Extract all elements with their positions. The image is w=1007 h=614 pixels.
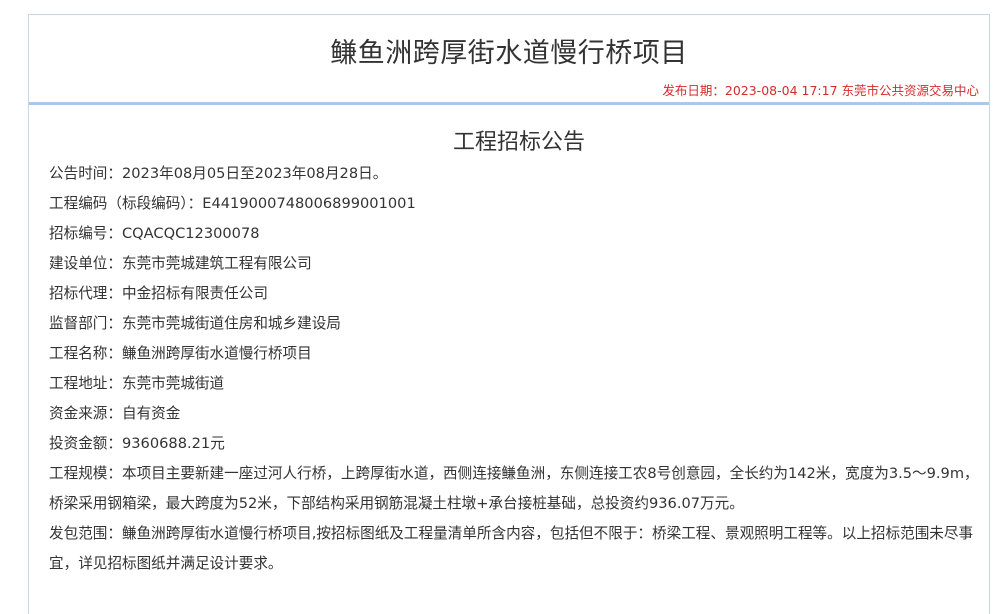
field-value: 鳒鱼洲跨厚街水道慢行桥项目: [121, 345, 312, 362]
field-value: 中金招标有限责任公司: [121, 285, 268, 302]
row-fund-source: 资金来源：自有资金: [49, 399, 989, 429]
announcement-page: 鳒鱼洲跨厚街水道慢行桥项目 发布日期：2023-08-04 17:17 东莞市公…: [28, 14, 990, 614]
field-value: 2023年08月05日至2023年08月28日。: [121, 165, 388, 182]
field-value: 东莞市莞城街道住房和城乡建设局: [121, 315, 341, 332]
field-label: 工程编码（标段编码）：: [49, 195, 203, 212]
field-value: 本项目主要新建一座过河人行桥，上跨厚街水道，西侧连接鳒鱼洲，东侧连接工农8号创意…: [49, 465, 979, 512]
field-label: 监督部门：: [49, 315, 122, 332]
row-project-code: 工程编码（标段编码）：E4419000748006899001001: [49, 189, 989, 219]
field-label: 工程名称：: [49, 345, 122, 362]
row-tender-agent: 招标代理：中金招标有限责任公司: [49, 279, 989, 309]
publish-info: 发布日期：2023-08-04 17:17 东莞市公共资源交易中心: [662, 83, 979, 98]
header-divider: [29, 102, 989, 105]
field-value: 9360688.21元: [121, 435, 225, 452]
row-project-name: 工程名称：鳒鱼洲跨厚街水道慢行桥项目: [49, 339, 989, 369]
notice-title: 工程招标公告: [452, 130, 585, 155]
page-title: 鳒鱼洲跨厚街水道慢行桥项目: [330, 38, 688, 69]
row-notice-time: 公告时间：2023年08月05日至2023年08月28日。: [49, 159, 989, 189]
row-project-scale: 工程规模：本项目主要新建一座过河人行桥，上跨厚街水道，西侧连接鳒鱼洲，东侧连接工…: [49, 459, 989, 519]
field-label: 投资金额：: [49, 435, 122, 452]
notice-content: 工程招标公告 公告时间：2023年08月05日至2023年08月28日。 工程编…: [29, 127, 989, 579]
row-project-address: 工程地址：东莞市莞城街道: [49, 369, 989, 399]
field-value: 自有资金: [121, 405, 181, 422]
field-label: 工程地址：: [49, 375, 122, 392]
row-tender-number: 招标编号：CQACQC12300078: [49, 219, 989, 249]
row-construction-unit: 建设单位：东莞市莞城建筑工程有限公司: [49, 249, 989, 279]
field-value: E4419000748006899001001: [202, 195, 416, 212]
field-label: 招标编号：: [49, 225, 122, 242]
field-label: 公告时间：: [49, 165, 122, 182]
field-value: 鳒鱼洲跨厚街水道慢行桥项目,按招标图纸及工程量清单所含内容，包括但不限于：桥梁工…: [49, 525, 974, 572]
row-contract-scope: 发包范围：鳒鱼洲跨厚街水道慢行桥项目,按招标图纸及工程量清单所含内容，包括但不限…: [49, 519, 989, 579]
field-value: 东莞市莞城建筑工程有限公司: [121, 255, 312, 272]
field-label: 工程规模：: [49, 465, 122, 482]
field-label: 发包范围：: [49, 525, 122, 542]
row-investment-amount: 投资金额：9360688.21元: [49, 429, 989, 459]
row-supervision-dept: 监督部门：东莞市莞城街道住房和城乡建设局: [49, 309, 989, 339]
field-value: 东莞市莞城街道: [121, 375, 225, 392]
field-label: 资金来源：: [49, 405, 122, 422]
field-value: CQACQC12300078: [121, 225, 260, 242]
field-label: 建设单位：: [49, 255, 122, 272]
page-header: 鳒鱼洲跨厚街水道慢行桥项目 发布日期：2023-08-04 17:17 东莞市公…: [29, 14, 989, 102]
field-label: 招标代理：: [49, 285, 122, 302]
